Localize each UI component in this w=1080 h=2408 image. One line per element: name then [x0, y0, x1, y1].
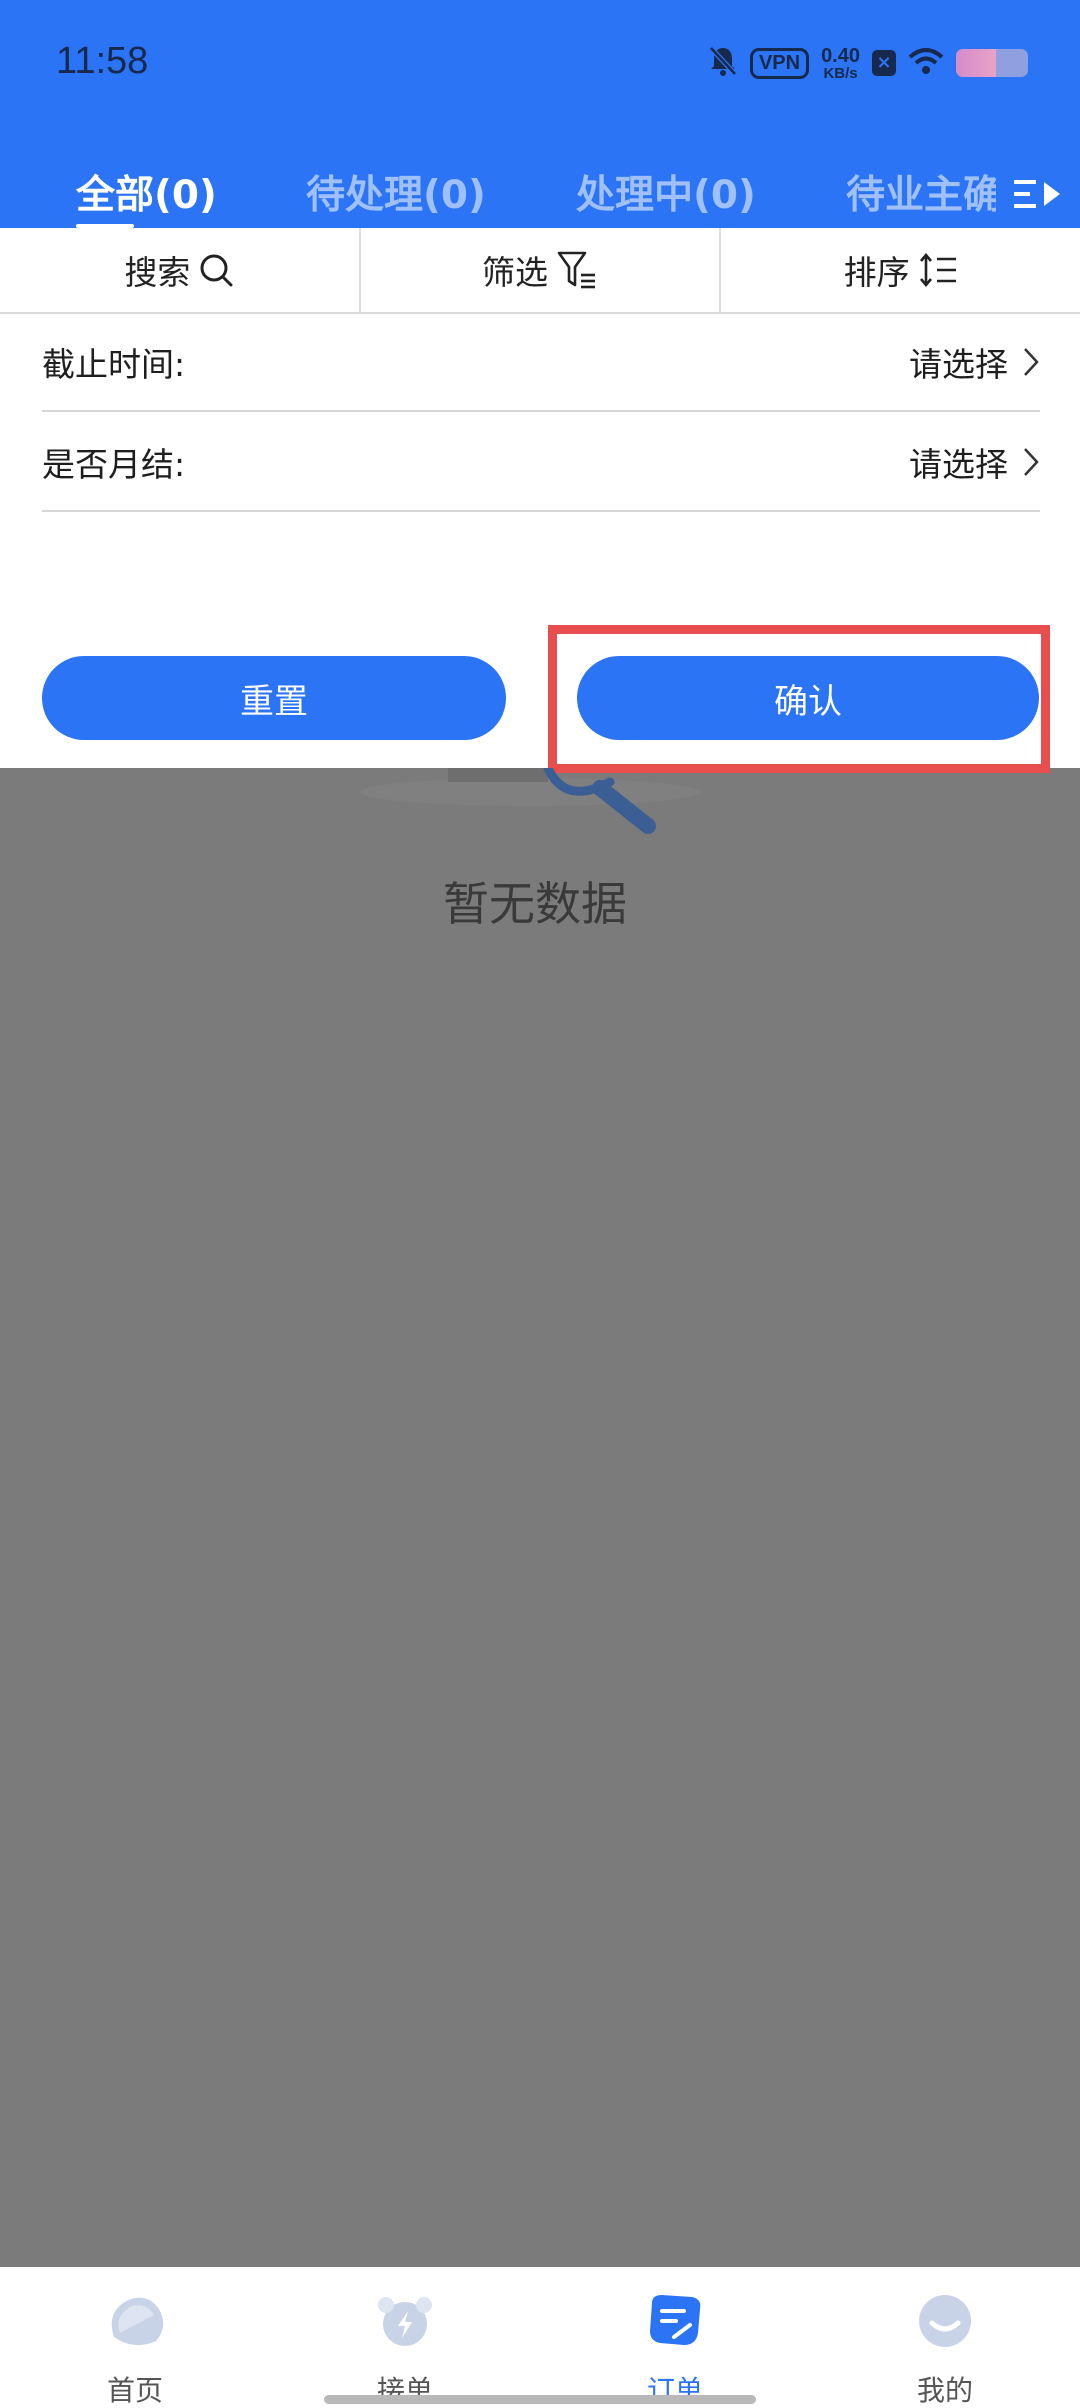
bell-off-icon: [708, 45, 738, 81]
filter-row-label: 是否月结:: [42, 445, 186, 484]
status-time: 11:58: [56, 40, 149, 82]
x-badge-icon: ×: [872, 50, 896, 76]
filter-icon: [557, 251, 595, 289]
nav-item-profile[interactable]: 我的: [810, 2267, 1080, 2408]
nav-item-accept-order[interactable]: 接单: [270, 2267, 540, 2408]
chevron-right-icon: [1024, 348, 1039, 376]
empty-state-illustration: [330, 763, 750, 852]
net-speed-value: 0.40: [821, 44, 860, 67]
sort-label: 排序: [843, 253, 910, 292]
bottom-nav: 首页 接单 订单 我的: [0, 2267, 1080, 2408]
search-button[interactable]: 搜索: [0, 228, 361, 312]
filter-row-label: 截止时间:: [42, 345, 186, 384]
sort-button[interactable]: 排序: [721, 228, 1080, 312]
confirm-highlight-box: [548, 625, 1050, 773]
alarm-icon: [378, 2297, 432, 2346]
vpn-badge: VPN: [749, 47, 810, 79]
filter-row-deadline[interactable]: 截止时间: 请选择: [42, 314, 1040, 412]
filter-button[interactable]: 筛选: [361, 228, 722, 312]
filter-row-value: 请选择: [909, 438, 1040, 486]
filter-row-value: 请选择: [909, 338, 1040, 386]
filter-label: 筛选: [482, 253, 548, 292]
list-toolbar: 搜索 筛选 排序: [0, 228, 1080, 314]
battery-icon: [956, 49, 1028, 77]
home-icon: [111, 2297, 164, 2346]
nav-label-profile: 我的: [916, 2374, 973, 2407]
nav-item-orders[interactable]: 订单: [540, 2267, 810, 2408]
search-label: 搜索: [124, 253, 191, 292]
net-speed: 0.40 KB/s: [821, 46, 860, 81]
menu-arrow-icon: [1014, 180, 1060, 208]
tab-awaiting-owner-confirm[interactable]: 待业主确: [846, 164, 1002, 220]
filter-row-monthly-settlement[interactable]: 是否月结: 请选择: [42, 414, 1040, 512]
battery-level: [956, 49, 996, 77]
tab-processing[interactable]: 处理中(0): [576, 164, 756, 220]
app-header: 11:58 VPN 0.40 KB/s × 全部(0) 待处理(0) 处理中(0…: [0, 0, 1080, 228]
profile-icon: [919, 2295, 971, 2347]
tab-all[interactable]: 全部(0): [76, 164, 217, 220]
tabs-menu-button[interactable]: [996, 160, 1080, 228]
search-icon: [200, 254, 233, 287]
filter-row-placeholder: 请选择: [909, 445, 1008, 484]
sort-icon: [919, 252, 956, 288]
empty-state-text: 暂无数据: [443, 877, 627, 931]
nav-label-home: 首页: [106, 2374, 163, 2407]
home-indicator[interactable]: [324, 2395, 756, 2404]
status-icons: VPN 0.40 KB/s ×: [708, 38, 1028, 88]
wifi-icon: [908, 47, 944, 79]
order-status-tabs: 全部(0) 待处理(0) 处理中(0) 待业主确: [0, 160, 1080, 228]
order-icon: [650, 2295, 701, 2345]
tab-pending[interactable]: 待处理(0): [306, 164, 486, 220]
nav-item-home[interactable]: 首页: [0, 2267, 270, 2408]
chevron-right-icon: [1024, 448, 1039, 476]
reset-button[interactable]: 重置: [42, 656, 506, 740]
filter-row-placeholder: 请选择: [909, 345, 1008, 384]
net-speed-unit: KB/s: [823, 64, 858, 82]
